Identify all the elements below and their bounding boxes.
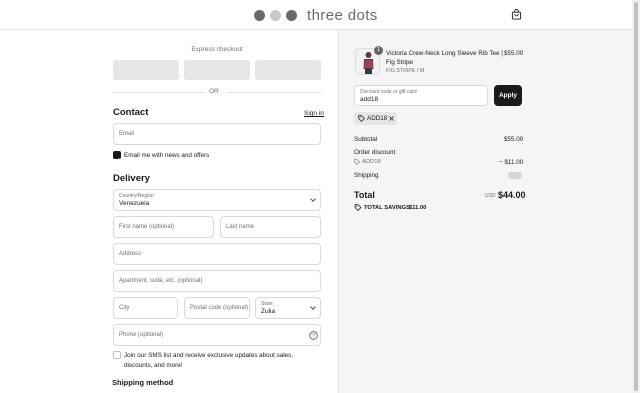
express-checkout-label: Express checkout xyxy=(191,46,243,53)
email-field[interactable]: Email xyxy=(113,123,321,145)
state-select[interactable]: State Zulia xyxy=(255,297,321,319)
express-pay-button-1[interactable] xyxy=(113,60,179,80)
postal-code-field[interactable]: Postal code (optional) xyxy=(184,297,250,319)
discount-field-value: add18 xyxy=(360,96,379,103)
news-checkbox[interactable] xyxy=(113,151,121,163)
address-placeholder: Address xyxy=(119,251,142,257)
or-separator: OR xyxy=(209,88,219,95)
total-savings-label: TOTAL SAVINGS xyxy=(364,205,410,211)
tag-icon xyxy=(354,159,360,165)
order-discount-amount: − $11.00 xyxy=(499,159,524,166)
currency-code: USD xyxy=(485,193,496,199)
product-title-line2: Fig Stripe xyxy=(386,59,413,66)
total-value: $44.00 xyxy=(498,190,526,200)
first-name-field[interactable]: First name (optional) xyxy=(113,216,214,238)
shipping-value-placeholder xyxy=(508,172,522,179)
shipping-label: Shipping xyxy=(354,172,379,179)
country-label: Country/Region xyxy=(119,193,154,199)
divider-right xyxy=(227,92,321,93)
product-title-line1: Victoria Crew-Neck Long Sleeve Rib Tee | xyxy=(386,50,503,57)
address-field[interactable]: Address xyxy=(113,243,321,265)
apartment-field[interactable]: Apartment, suite, etc. (optional) xyxy=(113,270,321,292)
first-name-placeholder: First name (optional) xyxy=(119,224,175,230)
total-label: Total xyxy=(354,190,375,200)
checkout-header: three dots xyxy=(0,0,632,30)
logo-dot-1 xyxy=(254,9,265,21)
state-value: Zulia xyxy=(261,308,276,315)
express-pay-button-3[interactable] xyxy=(255,60,321,80)
scrollbar-thumb[interactable] xyxy=(634,2,638,391)
delivery-heading: Delivery xyxy=(113,173,150,184)
logo-dot-2 xyxy=(270,9,281,21)
brand-logo[interactable]: three dots xyxy=(254,6,378,24)
postal-placeholder: Postal code (optional) xyxy=(190,305,249,311)
phone-placeholder: Phone (optional) xyxy=(119,332,164,338)
svg-text:?: ? xyxy=(312,334,315,340)
order-discount-label: Order discount xyxy=(354,149,396,156)
last-name-field[interactable]: Last name xyxy=(220,216,321,238)
shipping-method-heading: Shipping method xyxy=(112,378,174,387)
shopping-bag-icon[interactable] xyxy=(511,9,522,20)
divider-left xyxy=(113,92,205,93)
discount-field-label: Discount code or gift card xyxy=(360,89,417,95)
express-pay-button-2[interactable] xyxy=(184,60,250,80)
city-field[interactable]: City xyxy=(113,297,178,319)
total-savings-value: $11.00 xyxy=(409,205,427,211)
applied-discount-tag: ADD18 xyxy=(354,112,397,125)
logo-dot-3 xyxy=(286,9,297,21)
subtotal-value: $55.00 xyxy=(504,136,524,143)
brand-name: three dots xyxy=(307,6,378,24)
sms-checkbox[interactable] xyxy=(113,351,121,359)
help-icon[interactable]: ? xyxy=(309,331,318,340)
product-variant: FIG STRIPE / M xyxy=(386,68,425,74)
sms-label: Join our SMS list and receive exclusive … xyxy=(124,352,294,369)
remove-discount-icon[interactable] xyxy=(389,116,394,121)
savings-tag-icon xyxy=(354,204,362,211)
state-label: State xyxy=(261,301,273,307)
phone-field[interactable]: Phone (optional) ? xyxy=(113,324,321,346)
sign-in-link[interactable]: Sign in xyxy=(304,110,324,117)
apply-button[interactable]: Apply xyxy=(494,85,522,106)
checkout-form: Express checkout OR Contact Sign in Emai… xyxy=(0,30,338,393)
discount-tag-code: ADD18 xyxy=(367,115,388,122)
chevron-down-icon xyxy=(310,304,316,310)
checkmark-icon xyxy=(114,158,120,163)
quantity-badge: 1 xyxy=(374,46,383,55)
news-label: Email me with news and offers xyxy=(124,152,210,159)
last-name-placeholder: Last name xyxy=(226,224,255,230)
product-price: $55.00 xyxy=(504,50,524,57)
order-discount-code: ADD18 xyxy=(362,159,381,165)
discount-code-field[interactable]: Discount code or gift card add18 xyxy=(354,85,488,106)
contact-heading: Contact xyxy=(113,107,149,118)
tag-icon xyxy=(358,115,365,122)
country-select[interactable]: Country/Region Venezuela xyxy=(113,189,321,211)
subtotal-label: Subtotal xyxy=(354,136,378,143)
email-placeholder: Email xyxy=(119,131,135,137)
apartment-placeholder: Apartment, suite, etc. (optional) xyxy=(119,278,203,284)
chevron-down-icon xyxy=(310,196,316,202)
city-placeholder: City xyxy=(119,305,130,311)
country-value: Venezuela xyxy=(119,200,150,207)
